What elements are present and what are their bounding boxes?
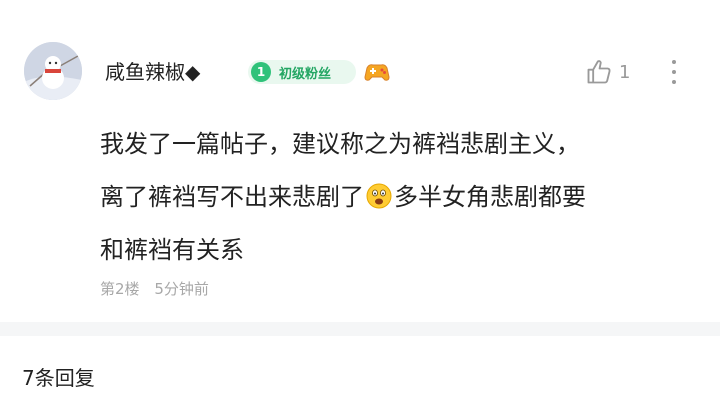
- comment-content: 我发了一篇帖子，建议称之为裤裆悲剧主义， 离了裤裆写不出来悲剧了 多半女角悲剧都…: [100, 118, 700, 277]
- content-line: 离了裤裆写不出来悲剧了 多半女角悲剧都要: [100, 171, 700, 224]
- post-meta: 第2楼 5分钟前: [100, 278, 209, 299]
- username[interactable]: 咸鱼辣椒◆: [105, 59, 200, 85]
- floor-number: 第2楼: [100, 280, 140, 298]
- comment-card: 咸鱼辣椒◆ 1 初级粉丝 1 我发了一篇帖子，建议称之为裤裆悲剧主义， 离了裤裆…: [0, 0, 720, 322]
- avatar[interactable]: [24, 42, 82, 100]
- reply-count[interactable]: 7条回复: [22, 362, 95, 391]
- fan-level: 1: [251, 62, 271, 82]
- content-text: 多半女角悲剧都要: [394, 183, 586, 211]
- post-time: 5分钟前: [154, 280, 209, 298]
- section-divider: [0, 322, 720, 336]
- more-vertical-icon: [672, 60, 676, 84]
- more-button[interactable]: [666, 56, 682, 88]
- like-count: 1: [619, 61, 631, 83]
- fan-badge[interactable]: 1 初级粉丝: [248, 60, 356, 84]
- thumbs-up-icon: [587, 60, 611, 84]
- content-line: 和裤裆有关系: [100, 236, 244, 264]
- surprised-emoji: [366, 183, 392, 209]
- like-button[interactable]: 1: [585, 56, 635, 88]
- content-line: 我发了一篇帖子，建议称之为裤裆悲剧主义，: [100, 130, 580, 158]
- fan-badge-label: 初级粉丝: [279, 66, 332, 82]
- content-text: 离了裤裆写不出来悲剧了: [100, 183, 364, 211]
- gamepad-icon: [363, 60, 391, 84]
- snowman-avatar-icon: [24, 42, 82, 100]
